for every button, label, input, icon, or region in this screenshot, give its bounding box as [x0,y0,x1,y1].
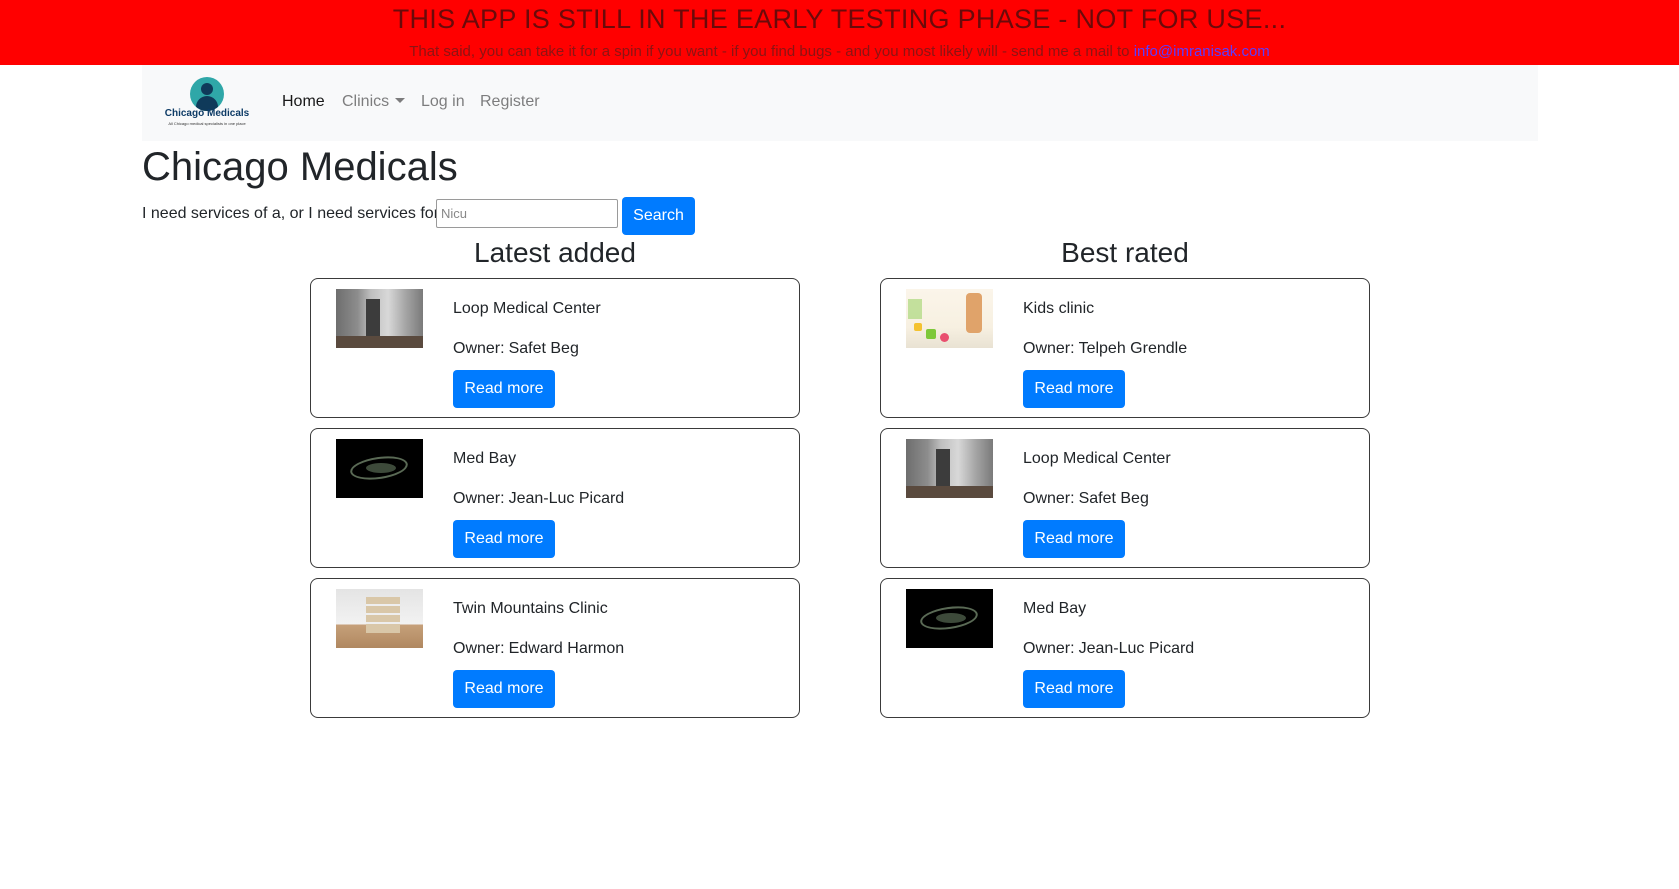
clinic-card: Med Bay Owner: Jean-Luc Picard Read more [880,578,1370,718]
clinic-thumbnail-image [906,439,993,498]
read-more-button[interactable]: Read more [1023,520,1125,558]
clinic-thumbnail-image [336,589,423,648]
nav-login[interactable]: Log in [421,92,465,112]
clinic-thumbnail-image [906,589,993,648]
clinic-name: Kids clinic [1023,300,1095,317]
best-rated-heading: Best rated [1061,237,1189,268]
owner-name: Edward Harmon [508,640,625,657]
clinic-name: Loop Medical Center [1023,450,1171,467]
nav-clinics-dropdown[interactable]: Clinics [342,92,406,112]
clinic-card: Twin Mountains Clinic Owner: Edward Harmo… [310,578,800,718]
read-more-button[interactable]: Read more [453,370,555,408]
owner-label: Owner: [453,340,505,357]
latest-added-heading: Latest added [474,237,636,268]
clinic-owner: Owner: Telpeh Grendle [1023,339,1187,359]
brand-logo[interactable]: Chicago Medicals All Chicago medical spe… [162,77,252,127]
warning-banner: THIS APP IS STILL IN THE EARLY TESTING P… [0,0,1679,65]
read-more-button[interactable]: Read more [453,520,555,558]
read-more-button[interactable]: Read more [1023,670,1125,708]
search-label: I need services of a, or I need services… [142,205,440,222]
owner-label: Owner: [453,640,505,657]
clinic-thumbnail-image [906,289,993,348]
warning-subtitle-text: That said, you can take it for a spin if… [409,43,1130,60]
nav-clinics-label: Clinics [342,93,390,110]
read-more-button[interactable]: Read more [1023,370,1125,408]
owner-name: Safet Beg [1078,490,1149,507]
clinic-owner: Owner: Safet Beg [453,339,579,359]
clinic-name: Med Bay [1023,600,1087,617]
clinic-thumbnail-image [336,439,423,498]
owner-name: Safet Beg [508,340,579,357]
clinic-owner: Owner: Edward Harmon [453,639,624,659]
owner-name: Jean-Luc Picard [508,490,625,507]
person-logo-icon [190,77,224,111]
page-title: Chicago Medicals [142,145,458,189]
search-button[interactable]: Search [622,197,695,235]
clinic-thumbnail-image [336,289,423,348]
clinic-name: Loop Medical Center [453,300,601,317]
owner-name: Telpeh Grendle [1078,340,1188,357]
read-more-button[interactable]: Read more [453,670,555,708]
navbar: Chicago Medicals All Chicago medical spe… [142,65,1538,141]
warning-title: THIS APP IS STILL IN THE EARLY TESTING P… [392,4,1287,34]
clinic-card: Kids clinic Owner: Telpeh Grendle Read mo… [880,278,1370,418]
clinic-card: Med Bay Owner: Jean-Luc Picard Read more [310,428,800,568]
clinic-card: Loop Medical Center Owner: Safet Beg Read… [310,278,800,418]
search-input[interactable] [436,199,618,228]
nav-home[interactable]: Home [282,92,325,112]
clinic-owner: Owner: Jean-Luc Picard [453,489,624,509]
owner-label: Owner: [453,490,505,507]
clinic-name: Twin Mountains Clinic [453,600,608,617]
clinic-name: Med Bay [453,450,517,467]
logo-tagline: All Chicago medical specialists in one p… [168,121,246,126]
owner-label: Owner: [1023,340,1075,357]
warning-subtitle: That said, you can take it for a spin if… [0,43,1679,61]
clinic-owner: Owner: Safet Beg [1023,489,1149,509]
owner-label: Owner: [1023,490,1075,507]
nav-register[interactable]: Register [480,92,540,112]
caret-down-icon [395,97,406,103]
logo-text: Chicago Medicals [164,108,250,119]
owner-name: Jean-Luc Picard [1078,640,1195,657]
owner-label: Owner: [1023,640,1075,657]
clinic-card: Loop Medical Center Owner: Safet Beg Read… [880,428,1370,568]
contact-email-link[interactable]: info@imranisak.com [1134,43,1270,60]
clinic-owner: Owner: Jean-Luc Picard [1023,639,1194,659]
